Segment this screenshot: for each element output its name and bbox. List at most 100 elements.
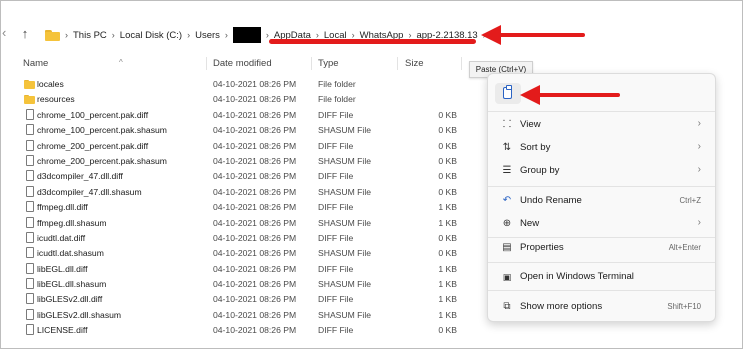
file-date-modified: 04-10-2021 08:26 PM (213, 125, 297, 136)
file-icon (26, 231, 34, 243)
file-icon (26, 201, 34, 213)
table-row[interactable]: locales 04-10-2021 08:26 PM File folder (1, 77, 481, 92)
file-icon (26, 308, 34, 320)
file-icon (26, 278, 34, 290)
column-divider[interactable] (311, 57, 312, 70)
table-row[interactable]: ffmpeg.dll.shasum 04-10-2021 08:26 PM SHAS… (1, 216, 481, 231)
terminal-icon: ▣ (502, 272, 512, 282)
menu-item-show-more-options[interactable]: ⧉ Show more options Shift+F10 (492, 296, 711, 318)
column-divider[interactable] (461, 57, 462, 70)
file-name: LICENSE.diff (37, 325, 88, 336)
file-type: SHASUM File (318, 125, 372, 136)
group-list-icon: ☰ (502, 165, 512, 176)
menu-item-label: Sort by (520, 142, 551, 153)
file-type: SHASUM File (318, 279, 372, 290)
table-row[interactable]: ffmpeg.dll.diff 04-10-2021 08:26 PM DIFF F… (1, 200, 481, 215)
table-row[interactable]: d3dcompiler_47.dll.diff 04-10-2021 08:26 … (1, 169, 481, 184)
file-type: DIFF File (318, 294, 354, 305)
breadcrumb-users[interactable]: Users (192, 30, 223, 41)
table-row[interactable]: libEGL.dll.diff 04-10-2021 08:26 PM DIFF F… (1, 262, 481, 277)
menu-item-view[interactable]: ⸬ View › (492, 114, 711, 136)
table-row[interactable]: d3dcompiler_47.dll.shasum 04-10-2021 08:2… (1, 185, 481, 200)
annotation-arrow-icon (520, 85, 620, 105)
file-date-modified: 04-10-2021 08:26 PM (213, 325, 297, 336)
chevron-right-icon[interactable]: › (110, 30, 117, 40)
file-date-modified: 04-10-2021 08:26 PM (213, 202, 297, 213)
file-size: 1 KB (438, 309, 457, 320)
file-size: 1 KB (438, 279, 457, 290)
breadcrumb-this-pc[interactable]: This PC (70, 30, 110, 41)
table-row[interactable]: chrome_100_percent.pak.shasum 04-10-2021 … (1, 123, 481, 138)
file-type: DIFF File (318, 171, 354, 182)
table-row[interactable]: libGLESv2.dll.diff 04-10-2021 08:26 PM DIF… (1, 292, 481, 307)
menu-item-new[interactable]: ⊕ New › (492, 213, 711, 235)
file-type: File folder (318, 79, 356, 89)
column-header-size[interactable]: Size (405, 58, 423, 69)
table-row[interactable]: chrome_200_percent.pak.shasum 04-10-2021 … (1, 154, 481, 169)
file-type: DIFF File (318, 140, 354, 151)
file-name: icudtl.dat.shasum (37, 248, 104, 259)
column-header-type[interactable]: Type (318, 58, 339, 69)
file-date-modified: 04-10-2021 08:26 PM (213, 232, 297, 243)
menu-item-label: Open in Windows Terminal (520, 271, 634, 282)
file-name: libGLESv2.dll.shasum (37, 309, 122, 320)
column-header-name[interactable]: Name (23, 58, 48, 69)
chevron-right-icon[interactable]: › (223, 30, 230, 40)
menu-item-properties[interactable]: ▤ Properties Alt+Enter (492, 237, 711, 259)
table-row[interactable]: icudtl.dat.diff 04-10-2021 08:26 PM DIFF F… (1, 231, 481, 246)
up-arrow-icon[interactable]: ↑ (15, 24, 35, 44)
file-name: icudtl.dat.diff (37, 232, 86, 243)
file-name: d3dcompiler_47.dll.diff (37, 171, 123, 182)
undo-icon: ↶ (502, 195, 512, 206)
column-divider[interactable] (206, 57, 207, 70)
table-row[interactable]: libGLESv2.dll.shasum 04-10-2021 08:26 PM S… (1, 308, 481, 323)
file-icon (26, 108, 34, 120)
table-row[interactable]: chrome_200_percent.pak.diff 04-10-2021 08… (1, 139, 481, 154)
folder-icon (24, 95, 35, 105)
menu-item-shortcut: Alt+Enter (668, 243, 701, 252)
address-bar[interactable]: ‹ ↑ › This PC › Local Disk (C:) › Users … (1, 19, 742, 49)
file-date-modified: 04-10-2021 08:26 PM (213, 155, 297, 166)
file-name: chrome_200_percent.pak.shasum (37, 155, 167, 166)
menu-item-undo-rename[interactable]: ↶ Undo Rename Ctrl+Z (492, 190, 711, 212)
menu-item-sort-by[interactable]: ⇅ Sort by › (492, 137, 711, 159)
file-type: DIFF File (318, 202, 354, 213)
column-header-date[interactable]: Date modified (213, 58, 272, 69)
file-name: ffmpeg.dll.shasum (37, 217, 107, 228)
chevron-right-icon[interactable]: › (63, 30, 70, 40)
file-date-modified: 04-10-2021 08:26 PM (213, 171, 297, 182)
menu-item-shortcut: Shift+F10 (667, 302, 701, 311)
file-icon (26, 185, 34, 197)
file-size: 0 KB (438, 171, 457, 182)
menu-item-label: Undo Rename (520, 195, 582, 206)
chevron-right-icon: › (697, 141, 701, 152)
file-date-modified: 04-10-2021 08:26 PM (213, 109, 297, 120)
file-type: DIFF File (318, 109, 354, 120)
file-name: chrome_100_percent.pak.shasum (37, 125, 167, 136)
plus-circle-icon: ⊕ (502, 218, 512, 229)
paste-button[interactable] (495, 83, 521, 104)
file-size: 0 KB (438, 186, 457, 197)
breadcrumb-local-disk[interactable]: Local Disk (C:) (117, 30, 185, 41)
file-size: 0 KB (438, 125, 457, 136)
chevron-right-icon[interactable]: › (185, 30, 192, 40)
file-name: chrome_100_percent.pak.diff (37, 109, 149, 120)
file-date-modified: 04-10-2021 08:26 PM (213, 263, 297, 274)
menu-item-label: Show more options (520, 301, 603, 312)
table-row[interactable]: icudtl.dat.shasum 04-10-2021 08:26 PM SHAS… (1, 246, 481, 261)
menu-item-open-terminal[interactable]: ▣ Open in Windows Terminal (492, 266, 711, 288)
table-row[interactable]: chrome_100_percent.pak.diff 04-10-2021 08… (1, 108, 481, 123)
table-row[interactable]: libEGL.dll.shasum 04-10-2021 08:26 PM SHAS… (1, 277, 481, 292)
file-name: resources (37, 94, 75, 105)
file-icon (26, 139, 34, 151)
menu-item-group-by[interactable]: ☰ Group by › (492, 160, 711, 182)
file-name: d3dcompiler_47.dll.shasum (37, 186, 142, 197)
file-name: ffmpeg.dll.diff (37, 202, 88, 213)
file-name: chrome_200_percent.pak.diff (37, 140, 149, 151)
back-arrow-icon[interactable]: ‹ (2, 25, 6, 40)
file-date-modified: 04-10-2021 08:26 PM (213, 79, 297, 89)
column-divider[interactable] (397, 57, 398, 70)
table-row[interactable]: LICENSE.diff 04-10-2021 08:26 PM DIFF File… (1, 323, 481, 338)
file-size: 0 KB (438, 325, 457, 336)
table-row[interactable]: resources 04-10-2021 08:26 PM File folder (1, 92, 481, 107)
